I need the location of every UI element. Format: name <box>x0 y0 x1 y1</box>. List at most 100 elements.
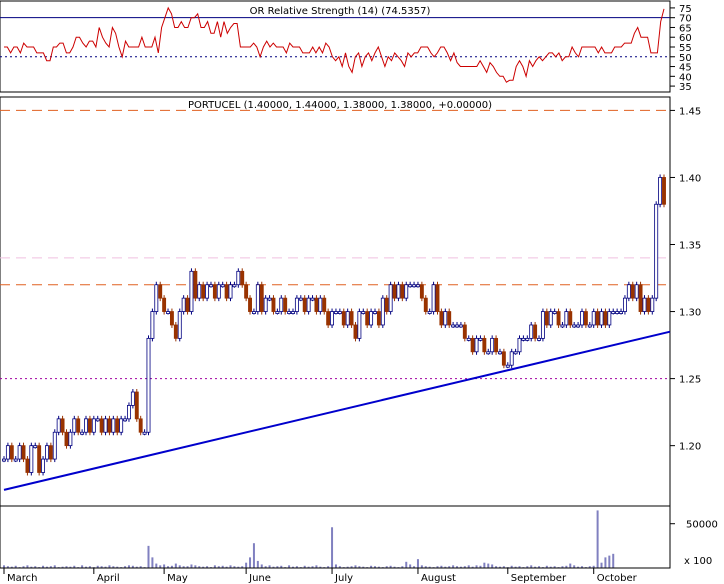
rsi-tick-label: 60 <box>679 33 692 44</box>
price-bar <box>451 324 456 328</box>
price-bar <box>64 431 69 447</box>
price-bar <box>603 311 608 326</box>
price-bar <box>115 418 120 433</box>
price-bar <box>162 297 167 312</box>
volume-bar <box>416 559 419 568</box>
price-bar <box>130 391 135 406</box>
price-bar <box>400 284 405 299</box>
price-bar <box>376 311 381 326</box>
price-bar <box>330 311 335 326</box>
price-bar <box>642 297 647 312</box>
price-bar <box>72 418 77 433</box>
price-bar <box>76 418 81 433</box>
x-tick-label: August <box>421 573 456 584</box>
price-bar <box>84 418 88 433</box>
volume-unit-label: x 100 <box>684 556 712 567</box>
price-bar <box>60 418 65 433</box>
price-bar <box>447 311 452 326</box>
price-tick-label: 1.25 <box>679 375 701 386</box>
volume-bar <box>334 564 337 568</box>
price-bar <box>279 297 284 312</box>
volume-bar <box>596 510 599 568</box>
volume-bar <box>252 543 255 568</box>
price-bar <box>275 311 280 314</box>
price-bar <box>236 270 241 286</box>
price-bar <box>341 311 346 326</box>
price-bar <box>365 311 370 326</box>
price-panel-frame <box>0 96 671 507</box>
price-bar <box>169 311 174 326</box>
price-bar <box>201 284 206 299</box>
price-bar <box>626 284 631 299</box>
price-bar <box>68 431 73 447</box>
volume-axis: 50000 <box>670 520 718 531</box>
price-bar <box>209 284 213 288</box>
price-tick-label: 1.20 <box>679 442 701 453</box>
price-bar <box>486 351 491 355</box>
price-bar <box>638 284 643 312</box>
price-bar <box>189 270 194 312</box>
price-bar <box>388 284 393 312</box>
price-bar <box>95 418 100 422</box>
price-bar <box>173 324 178 339</box>
volume-panel: 50000 x 100 <box>0 505 718 569</box>
price-bar <box>228 284 233 299</box>
price-bar <box>611 311 616 314</box>
price-bar <box>80 431 85 435</box>
volume-bar <box>245 562 248 568</box>
volume-bar <box>487 563 490 568</box>
price-bar <box>224 284 229 299</box>
price-bar <box>259 284 264 312</box>
volume-bar <box>600 562 603 568</box>
price-bar <box>41 458 46 473</box>
price-bar <box>650 297 655 312</box>
rsi-axis: 354045505560657075 <box>670 4 692 93</box>
price-bar <box>599 311 604 326</box>
price-bar <box>5 445 10 460</box>
price-bar <box>103 418 108 433</box>
price-bar <box>127 405 131 420</box>
price-bar <box>193 270 198 299</box>
price-bar <box>263 297 268 312</box>
price-bar <box>322 297 327 312</box>
price-bar <box>244 284 249 299</box>
price-bar <box>634 284 639 299</box>
price-bar <box>576 324 581 328</box>
price-bar <box>419 284 424 299</box>
price-bar <box>427 311 432 314</box>
price-bar <box>537 337 541 341</box>
price-bar <box>443 311 448 326</box>
price-bar <box>470 337 475 353</box>
x-tick-label: March <box>7 573 37 584</box>
price-bar <box>564 311 569 326</box>
price-bar <box>533 324 538 339</box>
price-bar <box>13 458 18 462</box>
price-bar <box>455 324 459 328</box>
price-bar <box>99 418 104 433</box>
price-bar <box>349 311 354 326</box>
price-bar <box>283 297 288 312</box>
price-bar <box>509 351 514 366</box>
volume-bar <box>612 553 615 568</box>
price-bar <box>111 418 116 433</box>
price-bar <box>240 270 245 286</box>
volume-bar <box>608 555 611 568</box>
volume-bar <box>483 562 486 568</box>
price-bar <box>326 311 331 326</box>
price-bar <box>294 297 299 312</box>
price-bar <box>107 418 112 433</box>
price-bar <box>2 458 6 462</box>
price-bar <box>138 418 143 433</box>
price-bar <box>517 337 522 353</box>
price-bar <box>498 351 502 355</box>
price-bar <box>408 284 413 288</box>
volume-bar <box>163 564 166 568</box>
price-bar <box>197 284 202 299</box>
volume-bar <box>190 564 193 568</box>
x-tick-label: September <box>511 573 567 584</box>
price-bar <box>302 297 307 312</box>
price-bar <box>232 284 237 288</box>
price-bar <box>439 311 444 326</box>
price-bar <box>56 418 61 433</box>
price-tick-label: 1.40 <box>679 173 701 184</box>
